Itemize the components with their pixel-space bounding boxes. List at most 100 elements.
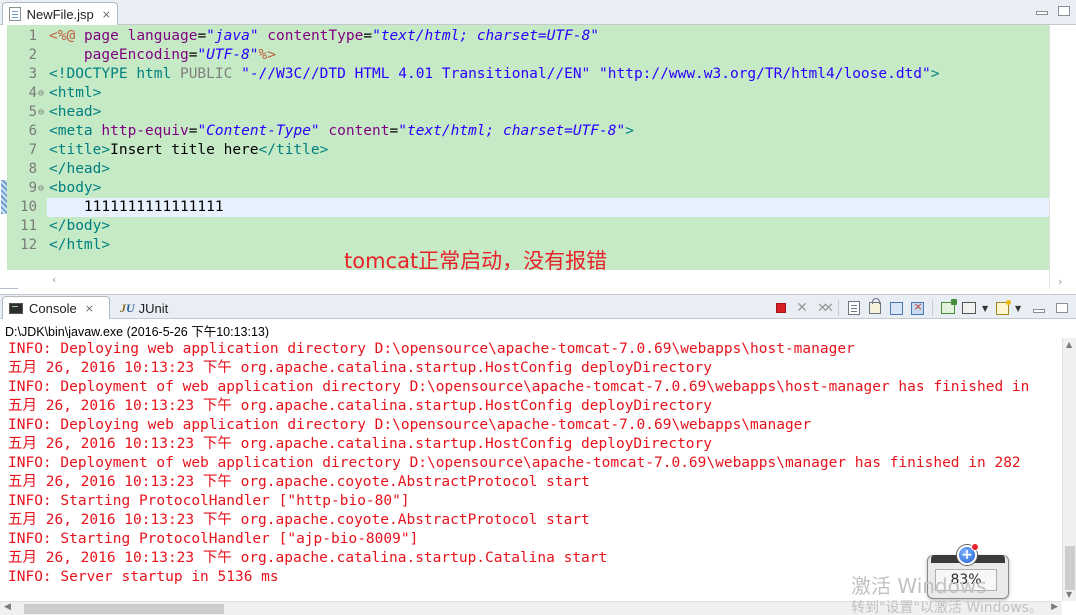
- code-token: </html>: [49, 237, 111, 253]
- tab-console[interactable]: Console ⨯: [2, 296, 110, 319]
- line-number: 9: [28, 180, 37, 196]
- editor-window-controls: [1036, 6, 1070, 16]
- annotation-ruler: [0, 25, 7, 270]
- code-token: language: [127, 28, 198, 44]
- console-log-line: 五月 26, 2016 10:13:23 下午 org.apache.catal…: [8, 550, 608, 566]
- activation-watermark-title: 激活 Windows: [851, 574, 987, 598]
- code-token: =: [197, 28, 207, 44]
- scroll-up-icon[interactable]: ▲: [1066, 340, 1072, 349]
- code-line[interactable]: </body>: [49, 217, 110, 236]
- junit-tab-label: JUnit: [138, 300, 169, 316]
- maximize-icon[interactable]: [1056, 303, 1068, 313]
- console-log-line: INFO: Starting ProtocolHandler ["http-bi…: [8, 493, 410, 509]
- annotation-text: tomcat正常启动，没有报错: [344, 249, 608, 273]
- fold-toggle-icon[interactable]: ⊖: [38, 103, 44, 122]
- console-log-line: 五月 26, 2016 10:13:23 下午 org.apache.catal…: [8, 360, 713, 376]
- console-log-line: 五月 26, 2016 10:13:23 下午 org.apache.coyot…: [8, 474, 590, 490]
- fold-toggle-icon[interactable]: ⊖: [38, 84, 44, 103]
- scroll-lock-icon: [869, 298, 881, 314]
- scroll-lock-button[interactable]: [867, 298, 883, 316]
- editor-tab-newfile[interactable]: NewFile.jsp ⨯: [2, 2, 118, 25]
- open-console-button[interactable]: [994, 299, 1011, 316]
- display-console-button[interactable]: [961, 300, 977, 316]
- code-token: "text/html; charset=UTF-8": [398, 123, 626, 139]
- code-line[interactable]: </html>: [49, 236, 110, 255]
- open-console-icon: [995, 299, 1011, 315]
- minimize-icon[interactable]: [1036, 11, 1048, 15]
- code-line[interactable]: <%@ page language="java" contentType="te…: [49, 27, 599, 46]
- line-number: 2: [28, 47, 37, 63]
- close-icon[interactable]: ⨯: [102, 8, 111, 21]
- code-token: %>: [258, 47, 276, 63]
- code-editor[interactable]: 1 2 3 4 ⊖ 5 ⊖ 6 7 8 9 ⊖ 10 11 12 <%@ page language="ja…: [0, 25, 1076, 289]
- code-line[interactable]: <meta http-equiv="Content-Type" content=…: [49, 122, 634, 141]
- code-line[interactable]: <!DOCTYPE html PUBLIC "-//W3C//DTD HTML …: [49, 65, 940, 84]
- remove-launch-button[interactable]: ✕: [794, 300, 810, 316]
- line-number: 10: [20, 199, 37, 215]
- scroll-left-icon[interactable]: ‹: [52, 273, 56, 286]
- tab-junit[interactable]: JU JUnit: [116, 298, 172, 318]
- code-token: </body>: [49, 218, 111, 234]
- console-log-line: INFO: Deploying web application director…: [8, 341, 855, 357]
- line-number: 6: [28, 123, 37, 139]
- code-line[interactable]: </head>: [49, 160, 110, 179]
- scrollbar-thumb[interactable]: [24, 604, 224, 614]
- pin-console-button[interactable]: [940, 299, 957, 316]
- code-token: "http://www.w3.org/TR/html4/loose.dtd": [599, 66, 931, 82]
- line-number: 4: [28, 85, 37, 101]
- code-token: <meta: [49, 123, 93, 139]
- chevron-down-icon[interactable]: ▼: [1015, 304, 1022, 313]
- pin-console-icon: [941, 299, 957, 314]
- scroll-down-icon[interactable]: ▼: [1066, 590, 1072, 599]
- clear-console-button[interactable]: [846, 300, 862, 316]
- code-token: content: [328, 123, 390, 139]
- code-token: <body>: [49, 180, 102, 196]
- code-token: >: [625, 123, 634, 139]
- code-token: <head>: [49, 104, 102, 120]
- editor-tab-label: NewFile.jsp: [26, 6, 94, 22]
- overview-ruler: ›: [1049, 25, 1076, 289]
- display-console-icon: [962, 302, 976, 314]
- code-area[interactable]: <%@ page language="java" contentType="te…: [47, 25, 1049, 270]
- code-token: 1111111111111111: [49, 199, 224, 215]
- code-token: page: [83, 28, 119, 44]
- code-line[interactable]: <title>Insert title here</title>: [49, 141, 328, 160]
- scroll-right-icon[interactable]: ▶: [1051, 602, 1058, 612]
- code-token: <!DOCTYPE: [49, 66, 128, 82]
- show-on-output-button[interactable]: [909, 300, 925, 316]
- maximize-icon[interactable]: [1058, 6, 1070, 16]
- scroll-right-icon[interactable]: ›: [1058, 275, 1062, 288]
- scrollbar-thumb[interactable]: [1065, 546, 1075, 590]
- jsp-file-icon: [9, 7, 21, 21]
- line-number: 8: [28, 161, 37, 177]
- fold-toggle-icon[interactable]: ⊖: [38, 179, 44, 198]
- code-line[interactable]: <body>: [49, 179, 101, 198]
- code-token: "java": [206, 28, 259, 44]
- terminate-button[interactable]: [773, 300, 789, 316]
- code-line[interactable]: pageEncoding="UTF-8"%>: [49, 46, 276, 65]
- code-line[interactable]: <head>: [49, 103, 101, 122]
- code-line[interactable]: 1111111111111111: [49, 198, 224, 217]
- close-icon[interactable]: ⨯: [85, 302, 94, 315]
- code-line[interactable]: <html>: [49, 84, 101, 103]
- console-vertical-scrollbar[interactable]: ▲ ▼: [1062, 338, 1076, 601]
- clear-console-icon: [848, 301, 860, 315]
- remove-all-button[interactable]: ✕✕: [815, 300, 834, 316]
- activation-watermark-hint: 转到"设置"以激活 Windows。: [851, 600, 1043, 615]
- word-wrap-button[interactable]: [888, 300, 904, 316]
- minimize-icon[interactable]: [1033, 308, 1045, 313]
- console-process-bar: D:\JDK\bin\javaw.exe (2016-5-26 下午10:13:…: [0, 319, 1076, 339]
- console-tab-label: Console: [29, 300, 77, 316]
- scroll-left-icon[interactable]: ◀: [4, 602, 11, 612]
- console-output[interactable]: INFO: Deploying web application director…: [0, 338, 1062, 601]
- line-number: 1: [28, 28, 37, 44]
- code-token: "UTF-8": [197, 47, 259, 63]
- chevron-down-icon[interactable]: ▼: [982, 304, 989, 313]
- line-number: 12: [20, 237, 37, 253]
